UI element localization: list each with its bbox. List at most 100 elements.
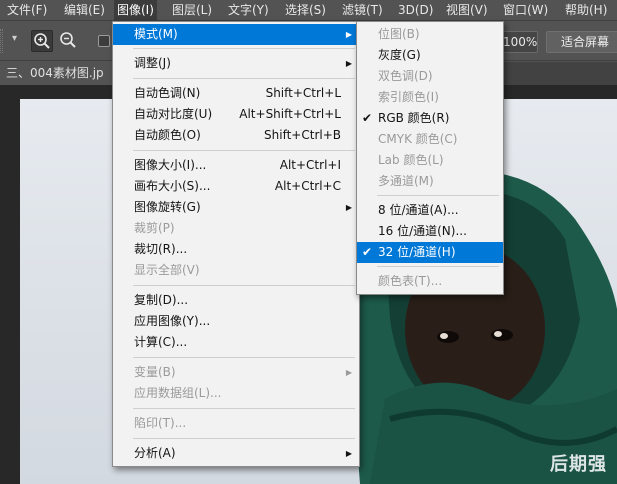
resize-windows-checkbox[interactable]: [98, 35, 110, 47]
menu-item-label: 裁切(R)...: [134, 242, 188, 256]
menu-separator: [133, 357, 355, 358]
menu-select[interactable]: 选择(S): [282, 0, 329, 21]
menu-item-label: 索引颜色(I): [378, 90, 439, 104]
menu-item-analysis[interactable]: 分析(A) ▶: [113, 443, 359, 464]
menu-item-label: 自动颜色(O): [134, 128, 201, 142]
zoom-out-icon: [60, 32, 76, 48]
menu-item-label: 裁剪(P): [134, 221, 175, 235]
mode-item-grayscale[interactable]: 灰度(G): [357, 45, 503, 66]
menu-item-label: 8 位/通道(A)...: [378, 203, 459, 217]
menu-window[interactable]: 窗口(W): [500, 0, 551, 21]
menu-item-label: 32 位/通道(H): [378, 245, 456, 259]
menu-item-canvas-size[interactable]: 画布大小(S)... Alt+Ctrl+C: [113, 176, 359, 197]
menu-item-trap[interactable]: 陷印(T)...: [113, 413, 359, 434]
submenu-arrow-icon: ▶: [345, 30, 352, 39]
checkmark-icon: ✔: [362, 245, 373, 259]
menu-item-label: 计算(C)...: [134, 335, 188, 349]
menu-layer[interactable]: 图层(L): [169, 0, 215, 21]
menu-item-trim[interactable]: 裁切(R)...: [113, 239, 359, 260]
shortcut-text: Alt+Shift+Ctrl+L: [239, 107, 341, 121]
mode-item-8-bit[interactable]: 8 位/通道(A)...: [357, 200, 503, 221]
menu-item-label: 自动色调(N): [134, 86, 201, 100]
menu-item-auto-contrast[interactable]: 自动对比度(U) Alt+Shift+Ctrl+L: [113, 104, 359, 125]
shortcut-text: Shift+Ctrl+L: [265, 86, 341, 100]
mode-item-lab-color[interactable]: Lab 颜色(L): [357, 150, 503, 171]
mode-item-color-table[interactable]: 颜色表(T)...: [357, 271, 503, 292]
menu-item-label: 画布大小(S)...: [134, 179, 211, 193]
menu-item-adjustments[interactable]: 调整(J) ▶: [113, 53, 359, 74]
menu-item-label: 变量(B): [134, 365, 176, 379]
menu-item-label: 双色调(D): [378, 69, 433, 83]
menu-item-label: 复制(D)...: [134, 293, 189, 307]
menu-item-crop[interactable]: 裁剪(P): [113, 218, 359, 239]
menu-type[interactable]: 文字(Y): [225, 0, 272, 21]
menu-item-label: 位图(B): [378, 27, 420, 41]
menu-item-label: 颜色表(T)...: [378, 274, 443, 288]
mode-item-rgb-color[interactable]: ✔ RGB 颜色(R): [357, 108, 503, 129]
menu-item-apply-image[interactable]: 应用图像(Y)...: [113, 311, 359, 332]
image-menu: 模式(M) ▶ 调整(J) ▶ 自动色调(N) Shift+Ctrl+L 自动对…: [112, 21, 360, 467]
menu-item-auto-tone[interactable]: 自动色调(N) Shift+Ctrl+L: [113, 83, 359, 104]
submenu-arrow-icon: ▶: [345, 59, 352, 68]
checkmark-icon: ✔: [362, 111, 373, 125]
menu-item-label: 分析(A): [134, 446, 176, 460]
zoom-in-button[interactable]: [31, 30, 53, 52]
shortcut-text: Alt+Ctrl+I: [279, 158, 341, 172]
panel-grip[interactable]: [0, 29, 3, 53]
menu-item-label: 陷印(T)...: [134, 416, 187, 430]
menu-separator: [133, 438, 355, 439]
menu-separator: [377, 266, 499, 267]
mode-item-16-bit[interactable]: 16 位/通道(N)...: [357, 221, 503, 242]
watermark: 后期强: [550, 454, 607, 475]
menu-item-image-size[interactable]: 图像大小(I)... Alt+Ctrl+I: [113, 155, 359, 176]
zoom-in-icon: [34, 33, 50, 49]
menu-item-label: CMYK 颜色(C): [378, 132, 458, 146]
menu-item-label: 显示全部(V): [134, 263, 200, 277]
mode-item-multichannel[interactable]: 多通道(M): [357, 171, 503, 192]
menu-item-label: 应用图像(Y)...: [134, 314, 211, 328]
menu-filter[interactable]: 滤镜(T): [339, 0, 386, 21]
mode-item-bitmap[interactable]: 位图(B): [357, 24, 503, 45]
submenu-arrow-icon: ▶: [345, 449, 352, 458]
mode-item-duotone[interactable]: 双色调(D): [357, 66, 503, 87]
menu-file[interactable]: 文件(F): [4, 0, 50, 21]
mode-item-32-bit[interactable]: ✔ 32 位/通道(H): [357, 242, 503, 263]
menu-item-label: 自动对比度(U): [134, 107, 213, 121]
submenu-arrow-icon: ▶: [345, 368, 352, 377]
mode-item-cmyk-color[interactable]: CMYK 颜色(C): [357, 129, 503, 150]
menu-item-label: 应用数据组(L)...: [134, 386, 222, 400]
menu-item-duplicate[interactable]: 复制(D)...: [113, 290, 359, 311]
mode-item-indexed-color[interactable]: 索引颜色(I): [357, 87, 503, 108]
menu-view[interactable]: 视图(V): [443, 0, 491, 21]
menu-separator: [133, 150, 355, 151]
shortcut-text: Shift+Ctrl+B: [264, 128, 341, 142]
chevron-down-icon[interactable]: ▾: [12, 33, 17, 44]
menu-item-image-rotation[interactable]: 图像旋转(G) ▶: [113, 197, 359, 218]
menu-bar: 文件(F) 编辑(E) 图像(I) 图层(L) 文字(Y) 选择(S) 滤镜(T…: [0, 0, 617, 21]
zoom-out-button[interactable]: [58, 30, 80, 52]
mode-submenu: 位图(B) 灰度(G) 双色调(D) 索引颜色(I) ✔ RGB 颜色(R) C…: [356, 21, 504, 295]
menu-item-label: 调整(J): [134, 56, 171, 70]
menu-3d[interactable]: 3D(D): [395, 0, 436, 21]
menu-item-variables[interactable]: 变量(B) ▶: [113, 362, 359, 383]
menu-item-label: RGB 颜色(R): [378, 111, 450, 125]
menu-item-label: 多通道(M): [378, 174, 434, 188]
menu-item-apply-data-set[interactable]: 应用数据组(L)...: [113, 383, 359, 404]
fit-screen-button[interactable]: 适合屏幕: [546, 31, 617, 53]
menu-item-label: 图像大小(I)...: [134, 158, 207, 172]
shortcut-text: Alt+Ctrl+C: [274, 179, 341, 193]
menu-image[interactable]: 图像(I): [114, 0, 157, 21]
submenu-arrow-icon: ▶: [345, 203, 352, 212]
menu-separator: [133, 78, 355, 79]
menu-item-mode[interactable]: 模式(M) ▶: [113, 24, 359, 45]
menu-item-reveal-all[interactable]: 显示全部(V): [113, 260, 359, 281]
menu-item-calculations[interactable]: 计算(C)...: [113, 332, 359, 353]
menu-item-label: 模式(M): [134, 27, 178, 41]
menu-item-auto-color[interactable]: 自动颜色(O) Shift+Ctrl+B: [113, 125, 359, 146]
menu-separator: [377, 195, 499, 196]
menu-edit[interactable]: 编辑(E): [61, 0, 108, 21]
menu-item-label: 灰度(G): [378, 48, 421, 62]
document-tab[interactable]: 三、004素材图.jp: [0, 62, 113, 85]
menu-separator: [133, 408, 355, 409]
menu-help[interactable]: 帮助(H): [562, 0, 610, 21]
